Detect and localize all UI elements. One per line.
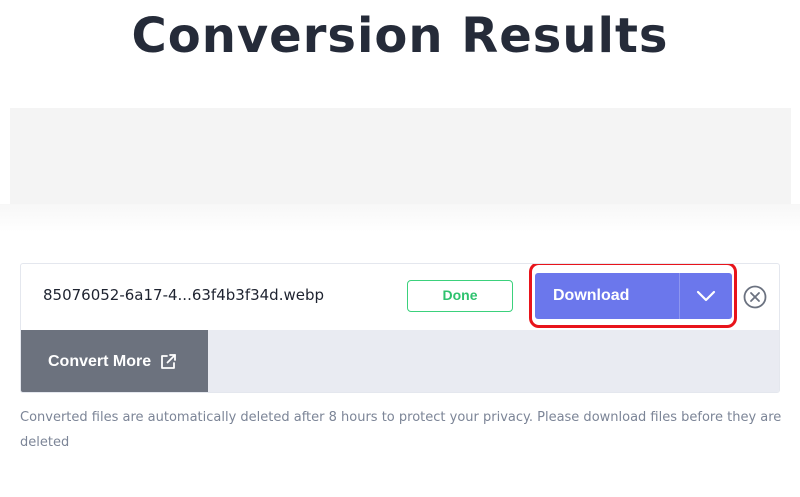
download-options-toggle[interactable] [680,273,732,319]
file-name: 85076052-6a17-4...63f4b3f34d.webp [43,286,325,304]
convert-more-label: Convert More [48,353,152,370]
download-button-group: Download [535,273,732,319]
chevron-down-icon [696,290,716,302]
status-badge: Done [407,280,513,312]
external-link-icon [161,354,177,369]
download-button[interactable]: Download [535,273,679,319]
ad-placeholder [10,108,791,204]
convert-more-button[interactable]: Convert More [21,330,208,392]
section-divider [0,204,800,232]
privacy-note: Converted files are automatically delete… [20,410,782,450]
result-card: 85076052-6a17-4...63f4b3f34d.webp Done D… [20,263,780,393]
close-circle-icon [743,285,767,309]
page-title: Conversion Results [131,8,669,64]
file-row: 85076052-6a17-4...63f4b3f34d.webp Done D… [21,264,779,330]
convert-more-row: Convert More [21,330,779,392]
remove-file-button[interactable] [743,285,767,309]
